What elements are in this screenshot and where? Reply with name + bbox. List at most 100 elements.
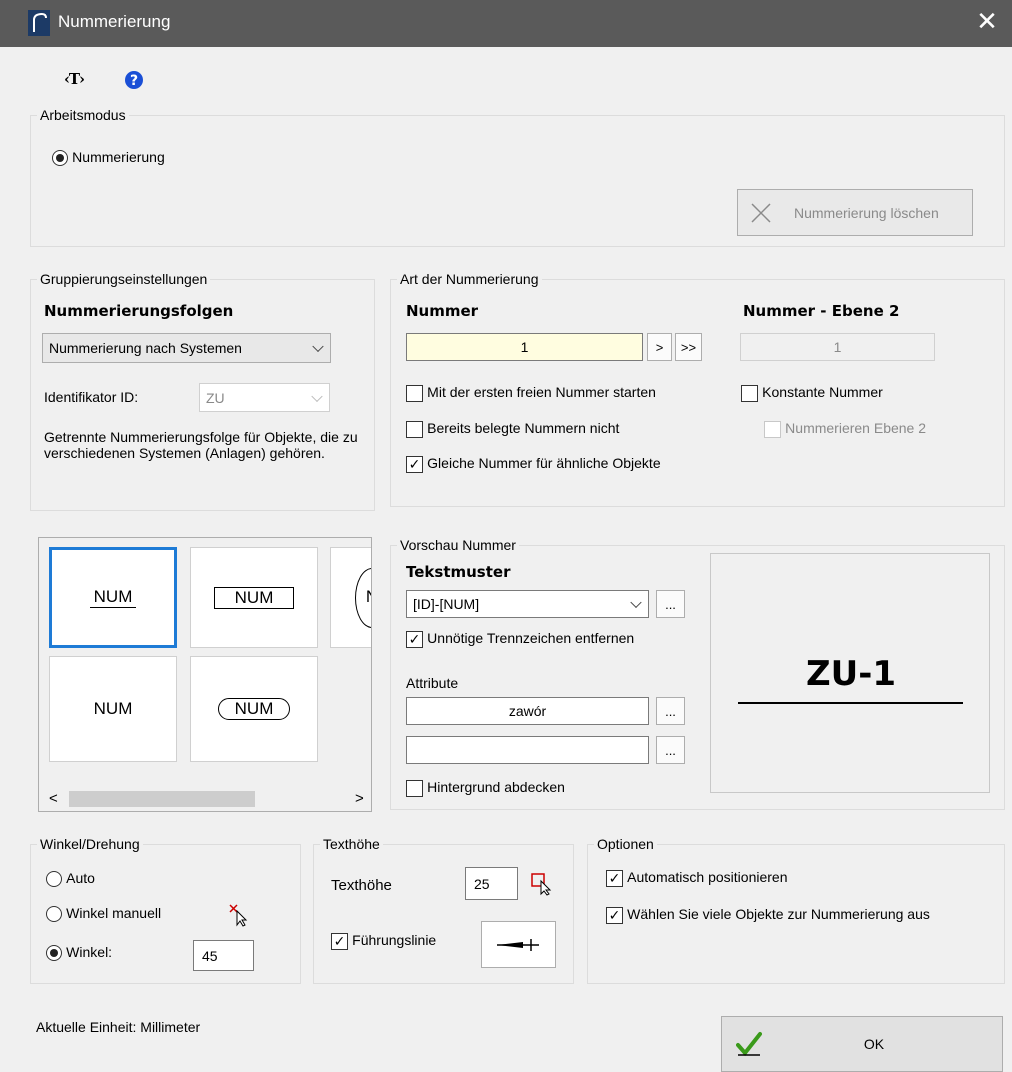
ebene2-input-value: 1	[833, 339, 842, 355]
constant-option[interactable]: Konstante Nummer	[741, 384, 883, 402]
viele-label: Wählen Sie viele Objekte zur Nummerierun…	[627, 906, 930, 922]
muster-more-button[interactable]: ...	[656, 590, 685, 618]
ebene2-label: Nummer - Ebene 2	[743, 302, 900, 320]
ok-label: OK	[863, 1036, 885, 1052]
preview-underline	[738, 702, 963, 704]
texthoehe-label: Texthöhe	[331, 877, 392, 894]
same-number-label: Gleiche Nummer für ähnliche Objekte	[427, 455, 661, 471]
horizontal-scrollbar[interactable]: < >	[39, 786, 371, 811]
optionen-legend: Optionen	[597, 836, 654, 852]
text-style-icon[interactable]: ‹T›	[64, 70, 85, 88]
manuell-radio-label: Winkel manuell	[66, 905, 162, 921]
chevron-down-icon	[312, 340, 324, 353]
ok-button[interactable]: OK	[721, 1016, 1003, 1072]
preview-box: ZU-1	[710, 553, 990, 793]
folgen-select[interactable]: Nummerierung nach Systemen	[42, 333, 331, 363]
same-number-checkbox[interactable]: ✓	[406, 455, 423, 473]
attribute2-input[interactable]	[406, 736, 649, 764]
svg-text:?: ?	[130, 73, 138, 89]
viele-option[interactable]: ✓ Wählen Sie viele Objekte zur Nummerier…	[606, 906, 930, 924]
manuell-radio-circle[interactable]	[46, 906, 62, 923]
used-checkbox[interactable]	[406, 420, 423, 438]
window-title: Nummerierung	[58, 12, 171, 31]
arbeitsmodus-legend: Arbeitsmodus	[40, 107, 126, 123]
auto-radio[interactable]: Auto	[46, 870, 95, 888]
pick-angle-icon[interactable]	[228, 903, 250, 927]
attribute-input[interactable]: zawór	[406, 697, 649, 725]
help-icon[interactable]: ?	[124, 70, 144, 90]
winkel-radio-label: Winkel:	[66, 944, 113, 960]
muster-select-value: [ID]-[NUM]	[413, 596, 480, 612]
muster-select[interactable]: [ID]-[NUM]	[406, 590, 649, 618]
ebene2-option[interactable]: Nummerieren Ebene 2	[764, 420, 926, 438]
tile-text: NUM	[93, 699, 133, 718]
nummer-input[interactable]: 1	[406, 333, 643, 361]
nummerierung-loeschen-button[interactable]: Nummerierung löschen	[737, 189, 973, 236]
fuehrung-checkbox[interactable]: ✓	[331, 932, 348, 950]
app-icon	[28, 10, 50, 36]
last-number-button[interactable]: >>	[675, 333, 702, 361]
delete-cross-icon	[751, 202, 771, 223]
manuell-radio[interactable]: Winkel manuell	[46, 905, 162, 923]
auto-radio-circle[interactable]	[46, 871, 62, 888]
winkel-legend: Winkel/Drehung	[40, 836, 140, 852]
id-select[interactable]: ZU	[199, 383, 330, 412]
trenn-option[interactable]: ✓ Unnötige Trennzeichen entfernen	[406, 630, 634, 648]
nummerierung-radio-label: Nummerierung	[72, 149, 165, 165]
first-free-option[interactable]: Mit der ersten freien Nummer starten	[406, 384, 656, 402]
unit-status: Aktuelle Einheit: Millimeter	[36, 1019, 201, 1035]
winkel-input-value: 45	[202, 947, 218, 964]
gruppierung-description: Getrennte Nummerierungsfolge für Objekte…	[44, 429, 358, 461]
first-free-checkbox[interactable]	[406, 384, 423, 402]
used-label: Bereits belegte Nummern nicht	[427, 420, 620, 436]
viele-checkbox[interactable]: ✓	[606, 906, 623, 924]
auto-pos-checkbox[interactable]: ✓	[606, 869, 623, 887]
leader-line-icon	[496, 938, 539, 951]
same-number-option[interactable]: ✓ Gleiche Nummer für ähnliche Objekte	[406, 455, 661, 473]
fuehrung-label: Führungslinie	[352, 932, 437, 948]
scroll-left-arrow[interactable]: <	[49, 790, 58, 807]
ebene2-input[interactable]: 1	[740, 333, 935, 361]
title-bar: Nummerierung ✕	[0, 0, 1012, 47]
next-number-button[interactable]: >	[647, 333, 672, 361]
style-panel: NUM NUM N NUM NUM < >	[38, 537, 372, 812]
style-tile-plain[interactable]: NUM	[49, 656, 177, 762]
fuehrungslinie-style-button[interactable]	[481, 921, 556, 968]
used-option[interactable]: Bereits belegte Nummern nicht	[406, 420, 619, 438]
id-select-value: ZU	[206, 389, 225, 406]
fuehrung-option[interactable]: ✓ Führungslinie	[331, 932, 436, 950]
muster-label: Tekstmuster	[406, 563, 511, 581]
style-tile-box[interactable]: NUM	[190, 547, 318, 648]
style-tile-rounded[interactable]: NUM	[190, 656, 318, 762]
ebene2-checkbox[interactable]	[764, 420, 781, 438]
id-label: Identifikator ID:	[44, 389, 139, 405]
attribute-label: Attribute	[406, 675, 459, 691]
winkel-radio-circle[interactable]	[46, 945, 62, 962]
auto-pos-option[interactable]: ✓ Automatisch positionieren	[606, 869, 787, 887]
texthoehe-input-value: 25	[474, 875, 490, 892]
radio-circle[interactable]	[52, 150, 68, 167]
style-tile-circle[interactable]: N	[330, 547, 371, 648]
close-icon[interactable]: ✕	[972, 6, 1002, 36]
tile-text: NUM	[89, 587, 137, 608]
nummer-label: Nummer	[406, 302, 479, 320]
texthoehe-input[interactable]: 25	[465, 867, 518, 900]
first-free-label: Mit der ersten freien Nummer starten	[427, 384, 656, 400]
winkel-radio[interactable]: Winkel:	[46, 944, 113, 962]
nummerierung-radio[interactable]: Nummerierung	[52, 149, 165, 167]
scroll-right-arrow[interactable]: >	[355, 790, 364, 807]
winkel-input[interactable]: 45	[193, 940, 254, 971]
style-tile-underline[interactable]: NUM	[49, 547, 177, 648]
constant-checkbox[interactable]	[741, 384, 758, 402]
gruppierung-legend: Gruppierungseinstellungen	[40, 271, 208, 287]
pick-height-icon[interactable]	[530, 872, 554, 896]
folgen-label: Nummerierungsfolgen	[44, 302, 234, 320]
trenn-checkbox[interactable]: ✓	[406, 630, 423, 648]
scroll-thumb[interactable]	[69, 791, 255, 807]
hintergrund-option[interactable]: Hintergrund abdecken	[406, 779, 565, 797]
hintergrund-label: Hintergrund abdecken	[427, 779, 565, 795]
attribute-more-button[interactable]: ...	[656, 697, 685, 725]
tile-text: NUM	[217, 698, 291, 720]
hintergrund-checkbox[interactable]	[406, 779, 423, 797]
attribute2-more-button[interactable]: ...	[656, 736, 685, 764]
